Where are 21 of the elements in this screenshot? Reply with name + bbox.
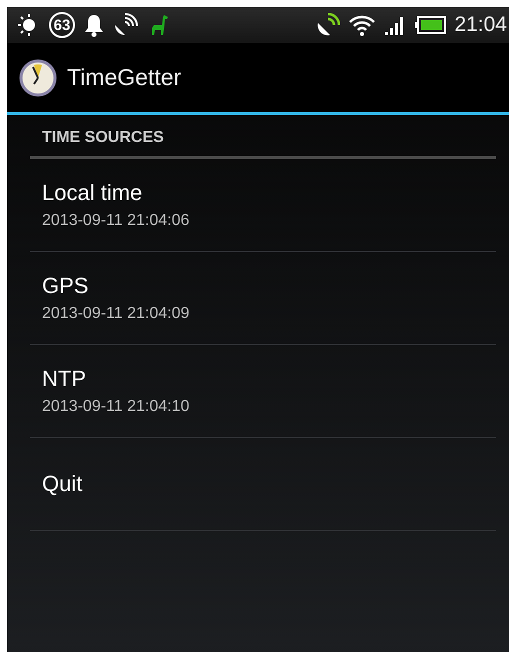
item-title: Local time	[42, 180, 144, 206]
list-item[interactable]: GPS 2013-09-11 21:04:09	[30, 252, 496, 345]
gps-icon	[316, 13, 340, 37]
satellite-icon	[113, 13, 139, 37]
clock-time: 21:04	[454, 13, 507, 37]
item-timestamp: 2013-09-11 21:04:09	[42, 305, 190, 323]
notification-count: 63	[49, 12, 75, 38]
quit-item[interactable]: Quit	[30, 438, 496, 531]
item-title: GPS	[42, 273, 90, 299]
list-item[interactable]: Local time 2013-09-11 21:04:06	[30, 159, 496, 252]
bell-icon	[83, 13, 105, 37]
battery-icon	[414, 15, 446, 35]
item-title: Quit	[42, 471, 84, 497]
item-title: NTP	[42, 366, 87, 392]
clock-icon[interactable]	[19, 58, 57, 96]
section-header: TIME SOURCES	[30, 115, 496, 159]
item-timestamp: 2013-09-11 21:04:10	[42, 398, 190, 416]
app-title: TimeGetter	[67, 64, 182, 91]
wifi-icon	[348, 13, 376, 37]
list-item[interactable]: NTP 2013-09-11 21:04:10	[30, 345, 496, 438]
item-timestamp: 2013-09-11 21:04:06	[42, 212, 190, 230]
